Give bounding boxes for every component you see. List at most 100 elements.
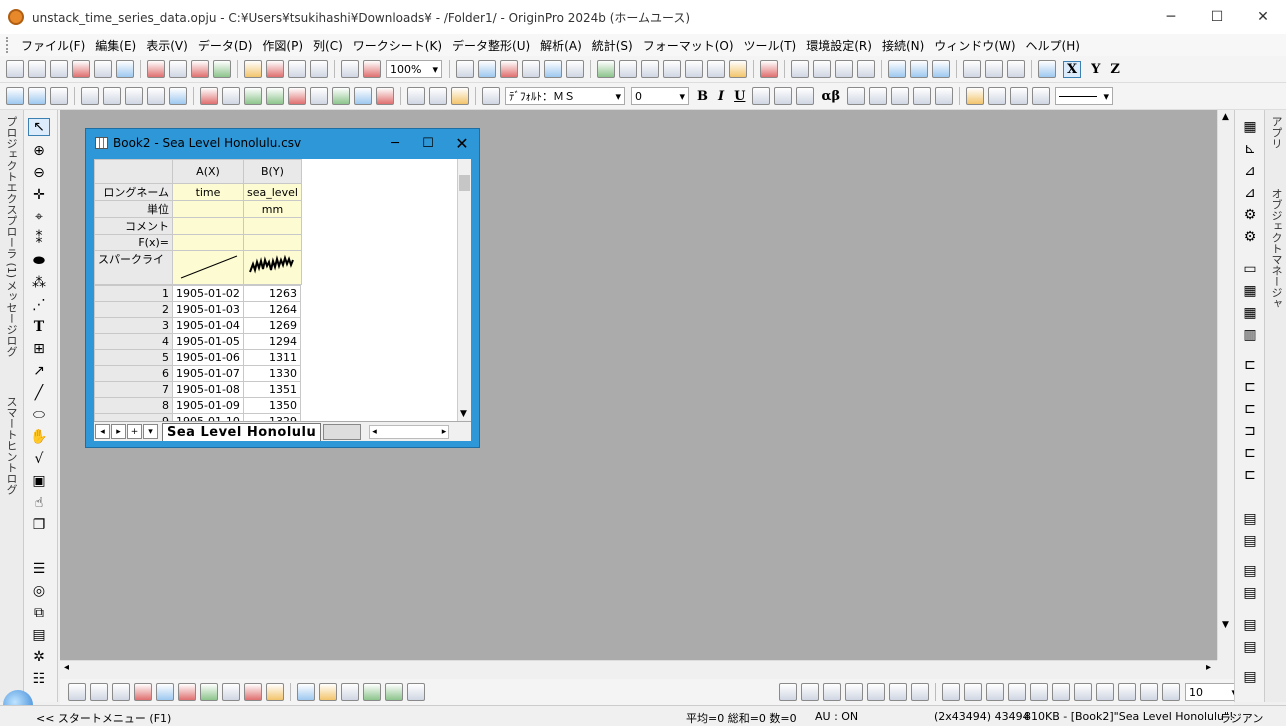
font-color-icon[interactable] [935, 87, 954, 105]
menu-column[interactable]: 列(C) [308, 37, 348, 54]
chevron-up-icon[interactable]: ▲ [1222, 112, 1229, 122]
tab-object-manager[interactable]: オブジェクトマネージャ [1268, 188, 1284, 309]
column-plot-icon[interactable] [134, 683, 152, 701]
menu-connectivity[interactable]: 接続(N) [877, 37, 929, 54]
distribute-horizontal-icon[interactable] [867, 683, 885, 701]
new-function-icon[interactable] [116, 60, 134, 78]
forward-arrow-icon[interactable] [28, 87, 46, 105]
filter-clear-icon[interactable] [985, 60, 1003, 78]
mask-points-icon[interactable]: ⁂ [28, 274, 50, 292]
tab-message-log[interactable]: メッセージログ [3, 280, 19, 357]
sparkline-a[interactable] [172, 250, 244, 285]
code-builder-icon[interactable] [566, 60, 584, 78]
row-label-longname[interactable]: ロングネーム [94, 183, 173, 201]
import-icon[interactable] [213, 60, 231, 78]
contour-plot-icon[interactable] [319, 683, 337, 701]
arrow-tool-icon[interactable]: ↗ [28, 362, 50, 380]
line-color-icon[interactable] [1010, 87, 1029, 105]
flip-icon[interactable] [1008, 683, 1026, 701]
sparkline-b[interactable] [243, 250, 302, 285]
row-number[interactable]: 1 [94, 285, 173, 302]
arrange-icon[interactable]: ▤ [1239, 510, 1261, 528]
layout-grid-icon[interactable]: ▦ [1239, 282, 1261, 300]
subscript-icon[interactable] [774, 87, 793, 105]
image-plot-icon[interactable] [385, 683, 403, 701]
table-row[interactable]: 91905-01-101329 [94, 413, 301, 421]
table-row[interactable]: 7 1905-01-08 1351 [94, 381, 301, 398]
unstack-icon[interactable] [244, 87, 262, 105]
tab-project-explorer[interactable]: プロジェクトエクスプローラ (1) [3, 116, 19, 278]
cell-sea-level[interactable]: 1269 [243, 317, 301, 334]
sheet-tab-extra[interactable] [323, 423, 362, 440]
align-center-icon[interactable] [823, 683, 841, 701]
zoom-select[interactable]: 100% ▾ [386, 60, 442, 78]
circle-icon[interactable]: ◎ [28, 582, 50, 600]
set-as-y-button[interactable]: Y [1091, 62, 1100, 77]
greek-button[interactable]: αβ [821, 89, 840, 104]
cell-time[interactable]: 1905-01-09 [172, 397, 244, 414]
cell-sea-level[interactable]: 1294 [243, 333, 301, 350]
row-label-formula[interactable]: F(x)= [94, 234, 173, 251]
results-log-icon[interactable] [619, 60, 637, 78]
sum-icon[interactable] [791, 60, 809, 78]
workbook-close-button[interactable]: ✕ [448, 134, 476, 153]
split-icon[interactable] [222, 87, 240, 105]
save-icon[interactable] [288, 60, 306, 78]
cell-time[interactable]: 1905-01-05 [172, 333, 244, 350]
add-layer-icon[interactable] [81, 87, 99, 105]
object-size-select[interactable]: 10 ▾ [1185, 683, 1234, 701]
column-header-a[interactable]: A(X) [172, 159, 244, 184]
menu-tools[interactable]: ツール(T) [739, 37, 802, 54]
data-cursor-icon[interactable]: ⁑ [28, 230, 50, 248]
menu-worksheet[interactable]: ワークシート(K) [348, 37, 447, 54]
area-plot-icon[interactable] [200, 683, 218, 701]
font-icon[interactable] [482, 87, 500, 105]
chevron-left-icon[interactable]: ◂ [64, 662, 69, 673]
cell-sea-level[interactable]: 1351 [243, 381, 301, 398]
line-symbol-plot-icon[interactable] [112, 683, 130, 701]
send-back-icon[interactable] [964, 683, 982, 701]
hand-icon[interactable]: ☝ [28, 494, 50, 512]
surface-plot-icon[interactable] [341, 683, 359, 701]
align4-icon[interactable]: ⊐ [1239, 422, 1261, 440]
pin-icon[interactable] [147, 87, 165, 105]
cell-formula-a[interactable] [172, 234, 244, 251]
new-project-icon[interactable] [6, 60, 24, 78]
status-au[interactable]: AU : ON [815, 710, 858, 723]
cell-time[interactable]: 1905-01-04 [172, 317, 244, 334]
layout-grid2-icon[interactable]: ▦ [1239, 304, 1261, 322]
shape-tool-icon[interactable]: ⬭ [28, 406, 50, 424]
chevron-down-icon[interactable]: ▼ [460, 409, 467, 419]
back-arrow-icon[interactable] [6, 87, 24, 105]
console-icon[interactable] [707, 60, 725, 78]
row-number[interactable]: 7 [94, 381, 173, 398]
line-plot-icon[interactable] [68, 683, 86, 701]
table-row[interactable]: 2 1905-01-03 1264 [94, 301, 301, 318]
star-layers-icon[interactable]: ✲ [28, 648, 50, 666]
row-number[interactable]: 2 [94, 301, 173, 318]
heatmap-icon[interactable] [363, 683, 381, 701]
align-bottom-icon[interactable] [801, 683, 819, 701]
multi-panel-icon[interactable] [156, 683, 174, 701]
save-template-icon[interactable] [310, 60, 328, 78]
cut-icon[interactable] [407, 87, 425, 105]
column-chart-icon[interactable] [910, 60, 928, 78]
chevron-down-icon[interactable]: ▼ [1222, 620, 1229, 630]
align3-icon[interactable]: ⊏ [1239, 400, 1261, 418]
table-row[interactable]: 5 1905-01-06 1311 [94, 349, 301, 366]
zoom-out-icon[interactable]: ⊖ [28, 164, 50, 182]
cell-time[interactable]: 1905-01-08 [172, 381, 244, 398]
cell-sea-level[interactable]: 1329 [243, 413, 301, 421]
bring-front-icon[interactable] [942, 683, 960, 701]
statistics-icon[interactable] [813, 60, 831, 78]
cell-sea-level[interactable]: 1263 [243, 285, 301, 302]
italic-button[interactable]: I [718, 89, 724, 104]
fill-color-icon[interactable] [966, 87, 985, 105]
list-layers-icon[interactable]: ☷ [28, 670, 50, 688]
sheet-tab[interactable]: Sea Level Honolulu [162, 422, 322, 441]
menu-view[interactable]: 表示(V) [141, 37, 193, 54]
cell-sea-level[interactable]: 1330 [243, 365, 301, 382]
cell-longname-a[interactable]: time [172, 183, 244, 201]
object-icon[interactable]: ❐ [28, 516, 50, 534]
filter-icon[interactable] [963, 60, 981, 78]
